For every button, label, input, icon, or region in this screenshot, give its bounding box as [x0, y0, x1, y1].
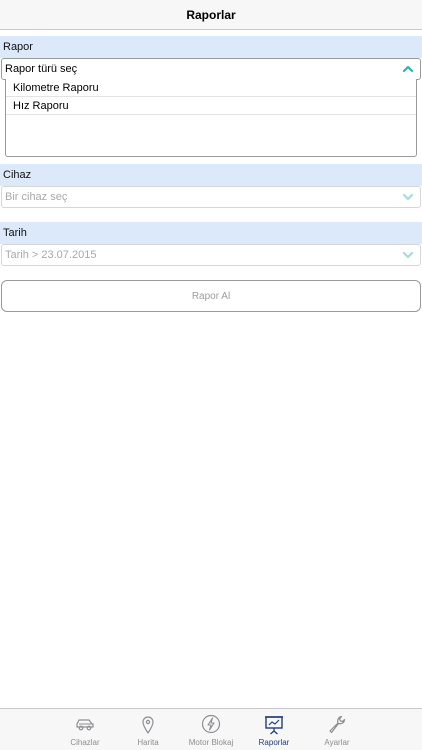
chevron-down-icon [402, 251, 414, 259]
rapor-type-select[interactable]: Rapor türü seç [1, 58, 421, 80]
tab-label: Ayarlar [324, 738, 350, 747]
car-icon [76, 719, 94, 731]
tab-label: Motor Blokaj [188, 738, 234, 747]
get-report-button[interactable]: Rapor Al [1, 280, 421, 312]
date-select-placeholder: Tarih > 23.07.2015 [5, 249, 97, 261]
tab-harita[interactable]: Harita [113, 709, 183, 750]
tab-label: Harita [137, 738, 159, 747]
device-select-placeholder: Bir cihaz seç [5, 191, 68, 203]
cihaz-section-header: Cihaz [0, 164, 422, 186]
presentation-board-icon [265, 716, 283, 735]
dropdown-empty-space [6, 115, 416, 133]
rapor-type-dropdown: Kilometre Raporu Hız Raporu [5, 79, 417, 157]
rapor-section-header: Rapor [0, 36, 422, 58]
dropdown-option-hiz[interactable]: Hız Raporu [6, 97, 416, 115]
page-title: Raporlar [186, 7, 236, 22]
tab-label: Cihazlar [70, 738, 100, 747]
tab-cihazlar[interactable]: Cihazlar [50, 709, 120, 750]
dropdown-option-kilometre[interactable]: Kilometre Raporu [6, 79, 416, 97]
date-select[interactable]: Tarih > 23.07.2015 [1, 244, 421, 266]
wrench-icon [329, 715, 346, 734]
tab-bar: Cihazlar Harita Motor Blokaj Raporlar Ay… [0, 708, 422, 750]
tab-ayarlar[interactable]: Ayarlar [302, 709, 372, 750]
tab-label: Raporlar [258, 738, 290, 747]
tab-raporlar[interactable]: Raporlar [239, 709, 309, 750]
chevron-down-icon [402, 193, 414, 201]
tab-motor-blokaj[interactable]: Motor Blokaj [176, 709, 246, 750]
rapor-type-select-value: Rapor türü seç [5, 63, 78, 75]
map-pin-icon [142, 716, 154, 734]
lightning-icon [201, 714, 221, 734]
device-select[interactable]: Bir cihaz seç [1, 186, 421, 208]
navigation-bar: Raporlar [0, 0, 422, 30]
chevron-up-icon [402, 65, 414, 73]
tarih-section-header: Tarih [0, 222, 422, 244]
